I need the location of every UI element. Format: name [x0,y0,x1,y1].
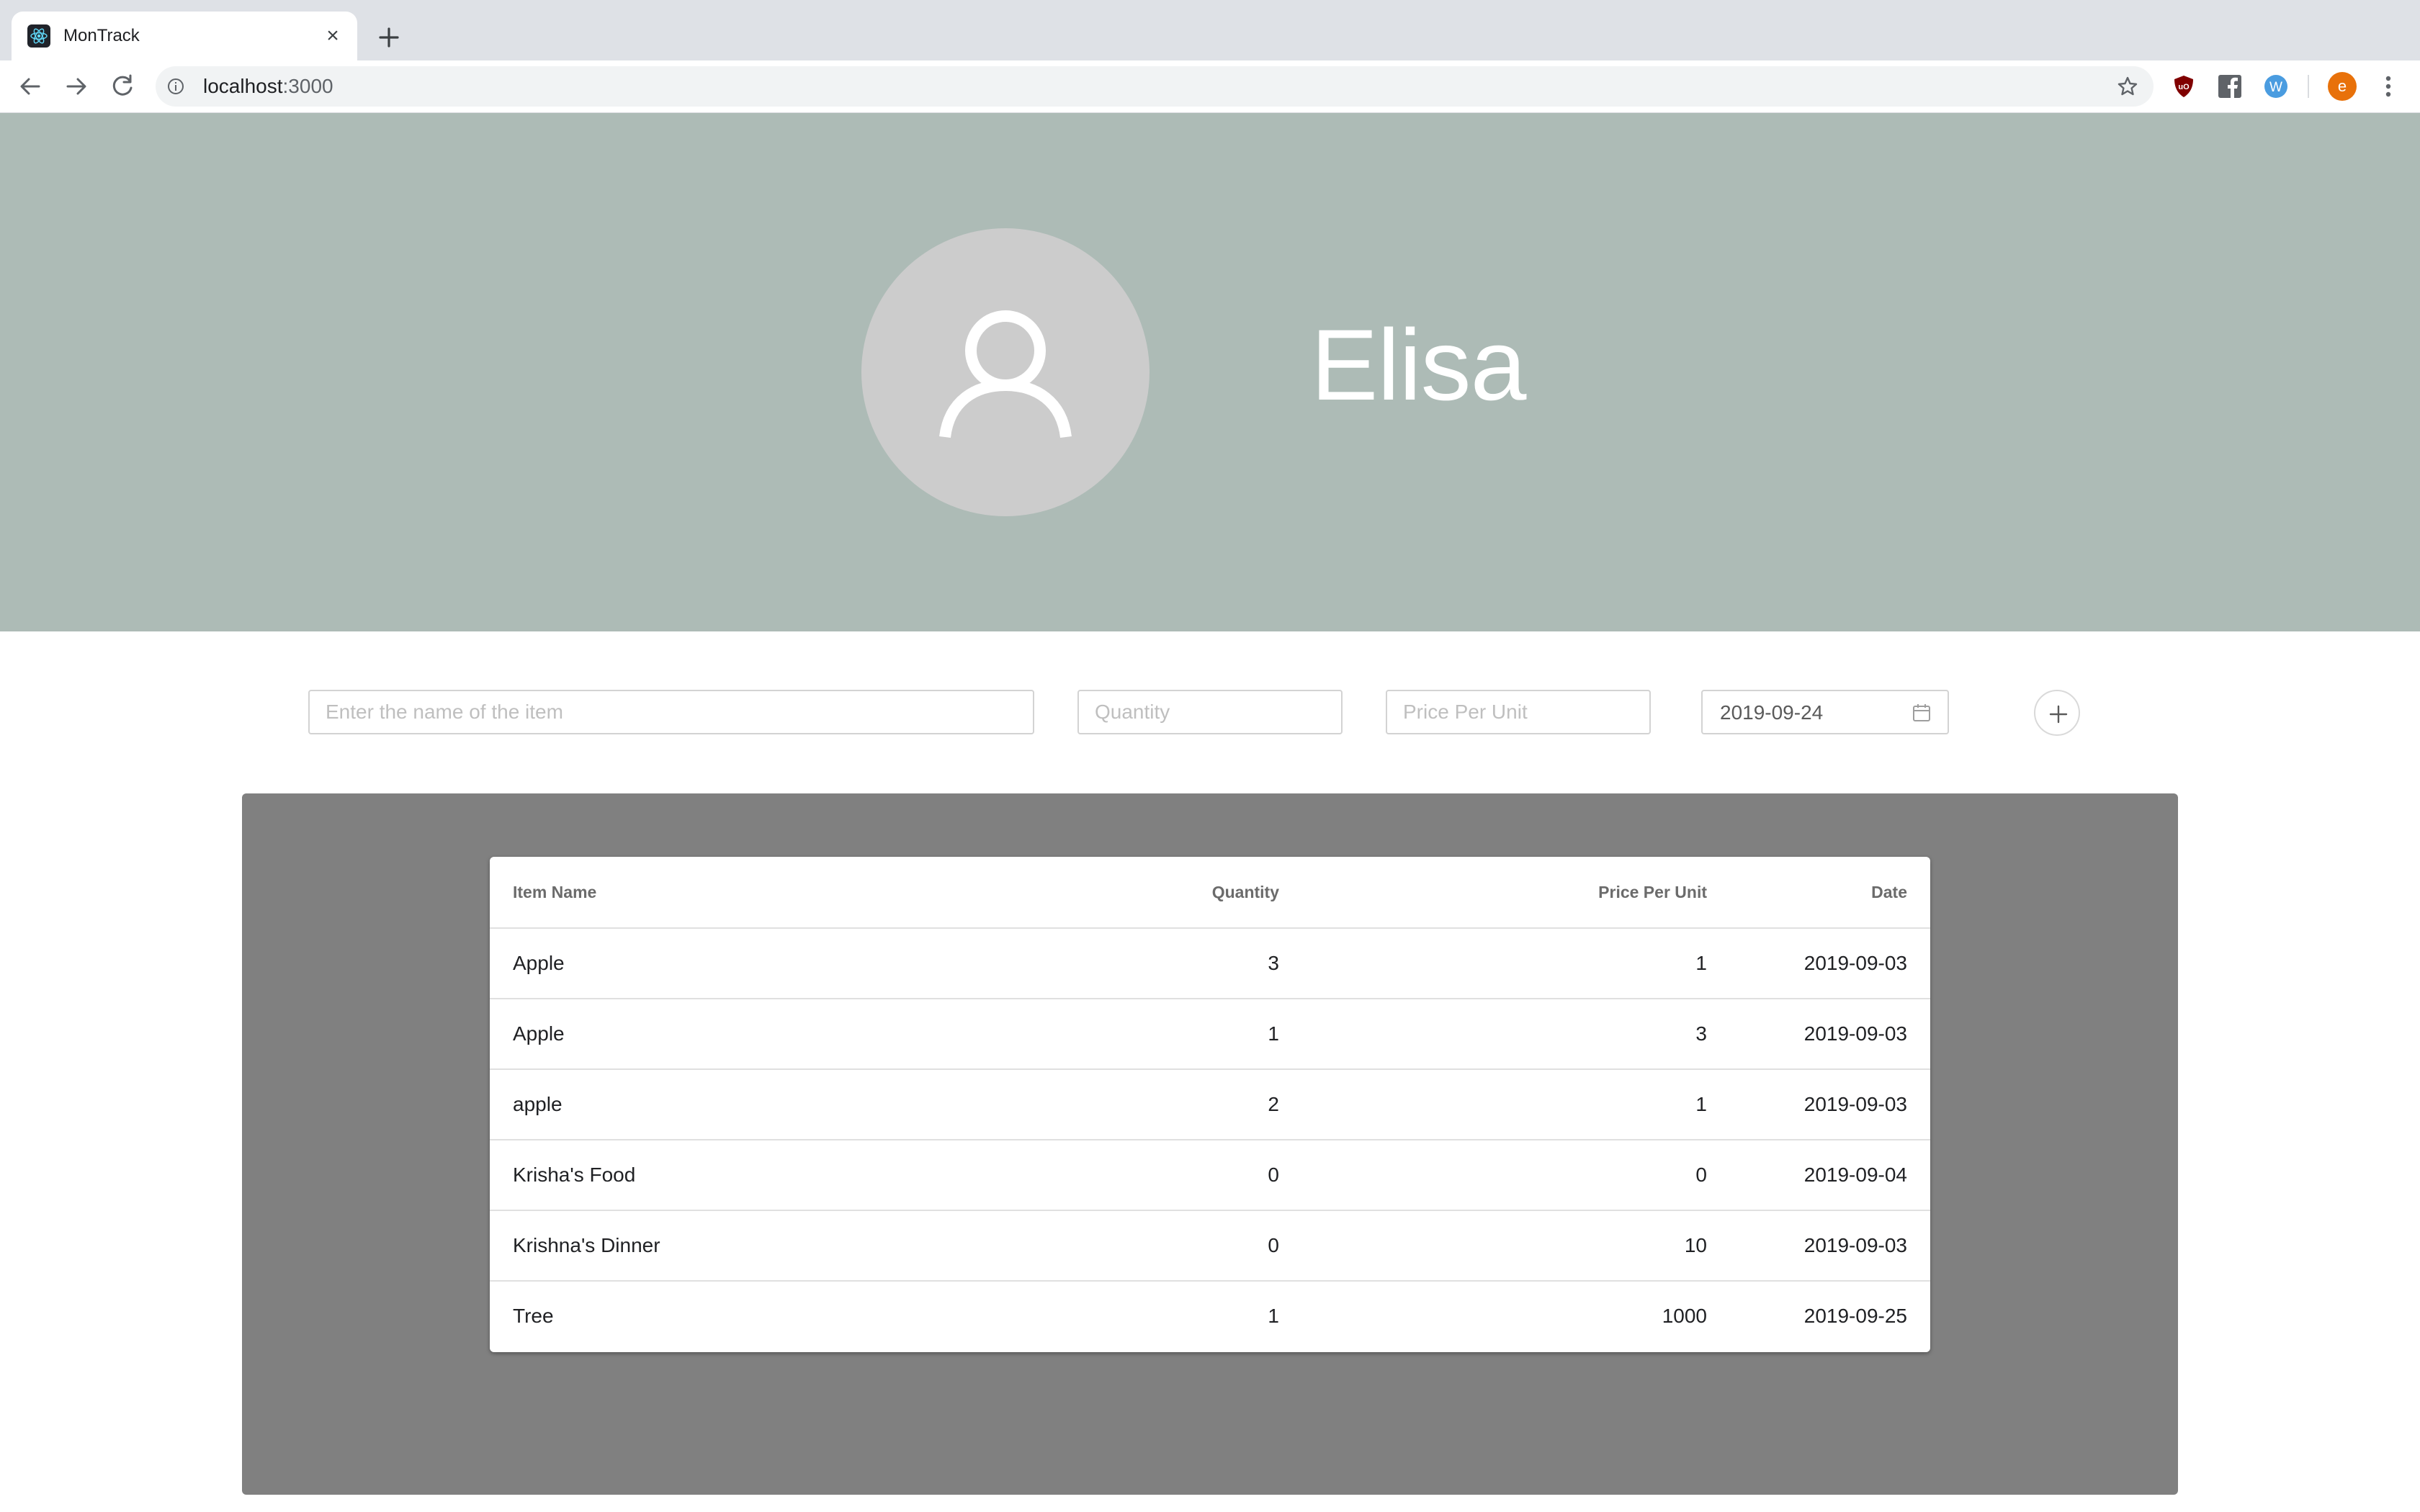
table-row[interactable]: Tree 1 1000 2019-09-25 [490,1281,1930,1351]
browser-tabstrip: MonTrack × [0,0,2420,60]
cell-quantity: 0 [1004,1210,1302,1282]
facebook-extension-icon[interactable] [2217,73,2243,99]
url-host: localhost [203,75,283,97]
add-item-button[interactable] [2034,690,2080,736]
cell-price: 10 [1302,1210,1730,1282]
table-row[interactable]: Krishna's Dinner 0 10 2019-09-03 [490,1210,1930,1282]
item-name-input[interactable] [308,690,1034,734]
cell-date: 2019-09-25 [1803,1305,1907,1327]
new-tab-icon[interactable] [373,22,405,53]
profile-avatar[interactable]: e [2328,72,2357,101]
cell-price: 1 [1302,928,1730,999]
cell-price: 1 [1302,1069,1730,1140]
cell-item-name: Krisha's Food [490,1140,1004,1211]
table-row[interactable]: apple 2 1 2019-09-03 [490,1069,1930,1140]
reload-icon[interactable] [108,72,137,101]
w-extension-icon[interactable]: W [2263,73,2289,99]
toolbar-divider [2308,75,2309,98]
user-avatar [861,228,1150,516]
table-row[interactable]: Apple 1 3 2019-09-03 [490,999,1930,1070]
address-bar[interactable]: localhost:3000 [156,66,2154,107]
items-table: Item Name Quantity Price Per Unit Date A… [490,857,1930,1351]
cell-item-name: apple [490,1069,1004,1140]
price-per-unit-input[interactable] [1386,690,1651,734]
items-table-card: Item Name Quantity Price Per Unit Date A… [490,857,1930,1352]
browser-toolbar: localhost:3000 uO W [0,60,2420,113]
table-row[interactable]: Krisha's Food 0 0 2019-09-04 [490,1140,1930,1211]
cell-item-name: Tree [513,1305,554,1327]
cell-date: 2019-09-03 [1730,1210,1930,1282]
bookmark-star-icon[interactable] [2116,75,2139,98]
svg-text:uO: uO [2178,83,2190,91]
cell-item-name: Krishna's Dinner [490,1210,1004,1282]
date-picker[interactable]: 2019-09-24 [1701,690,1949,734]
forward-icon[interactable] [62,72,91,101]
cell-date: 2019-09-03 [1730,928,1930,999]
calendar-icon[interactable] [1912,703,1932,723]
react-logo-icon [27,24,50,48]
ublock-extension-icon[interactable]: uO [2171,73,2197,99]
header-price-per-unit[interactable]: Price Per Unit [1302,857,1730,929]
table-row[interactable]: Apple 3 1 2019-09-03 [490,928,1930,999]
header-quantity[interactable]: Quantity [1004,857,1302,929]
user-name: Elisa [1311,308,1526,421]
quantity-input[interactable] [1077,690,1343,734]
cell-price: 3 [1302,999,1730,1070]
info-icon[interactable] [167,78,184,95]
cell-price: 0 [1302,1140,1730,1211]
tab-close-icon[interactable]: × [321,24,344,48]
plus-icon [2049,705,2068,724]
cell-item-name: Apple [490,928,1004,999]
items-panel: Item Name Quantity Price Per Unit Date A… [242,793,2178,1495]
browser-tab[interactable]: MonTrack × [12,12,357,60]
cell-date: 2019-09-03 [1730,1069,1930,1140]
url-text: localhost:3000 [203,75,333,98]
cell-date: 2019-09-03 [1730,999,1930,1070]
cell-date: 2019-09-04 [1730,1140,1930,1211]
cell-item-name: Apple [490,999,1004,1070]
cell-quantity: 1 [1004,999,1302,1070]
back-icon[interactable] [16,72,45,101]
date-value: 2019-09-24 [1720,701,1824,724]
cell-quantity: 0 [1004,1140,1302,1211]
cell-quantity: 1 [1268,1305,1279,1327]
header-date[interactable]: Date [1730,857,1930,929]
tab-title: MonTrack [63,26,140,45]
cell-quantity: 2 [1004,1069,1302,1140]
add-item-form: 2019-09-24 [0,690,2420,736]
cell-quantity: 3 [1004,928,1302,999]
cell-price: 1000 [1662,1305,1707,1327]
more-menu-icon[interactable] [2377,73,2400,99]
table-header-row: Item Name Quantity Price Per Unit Date [490,857,1930,929]
profile-header: Elisa [0,113,2420,631]
user-icon [939,310,1072,438]
url-port: :3000 [282,75,333,97]
svg-text:W: W [2269,80,2282,95]
header-item-name[interactable]: Item Name [490,857,1004,929]
